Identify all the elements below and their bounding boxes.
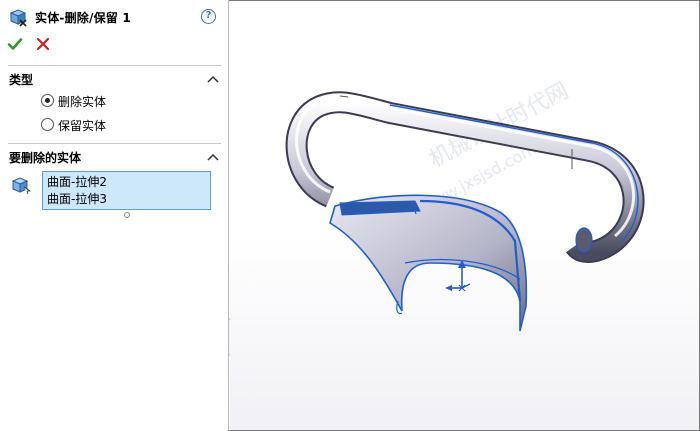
graphics-viewport[interactable]: 机械设计时代网 www.jxsjsd.com [230,1,699,430]
list-item[interactable]: 曲面-拉伸2 [47,174,206,191]
bodies-section-title: 要删除的实体 [9,151,82,165]
radio-label: 保留实体 [58,119,107,133]
feature-title-bar: 实体-删除/保留 1 ? [0,0,229,32]
collapse-chevron-icon[interactable] [207,153,219,161]
feature-title: 实体-删除/保留 1 [35,11,131,25]
type-section-title: 类型 [9,73,34,87]
collapse-chevron-icon[interactable] [207,75,219,83]
extruded-surface-bodies[interactable] [329,194,528,332]
model-view: 机械设计时代网 www.jxsjsd.com [285,78,645,332]
list-item[interactable]: 曲面-拉伸3 [47,191,206,208]
radio-button[interactable] [41,94,54,107]
ok-check-icon[interactable] [7,36,23,52]
radio-label: 删除实体 [58,95,107,109]
list-resize-handle[interactable] [124,212,130,218]
cancel-x-icon[interactable] [36,37,50,51]
help-button[interactable]: ? [201,9,216,24]
property-manager: 实体-删除/保留 1 ? 类型 删除实体 保留实体 要删除的实体 曲面-拉伸2 … [0,0,229,431]
radio-button[interactable] [41,118,54,131]
bodies-selection-list[interactable]: 曲面-拉伸2 曲面-拉伸3 [42,171,211,210]
section-divider [8,143,221,144]
solid-body-icon [11,177,32,195]
section-divider [8,65,221,66]
delete-body-feature-icon [9,9,27,27]
